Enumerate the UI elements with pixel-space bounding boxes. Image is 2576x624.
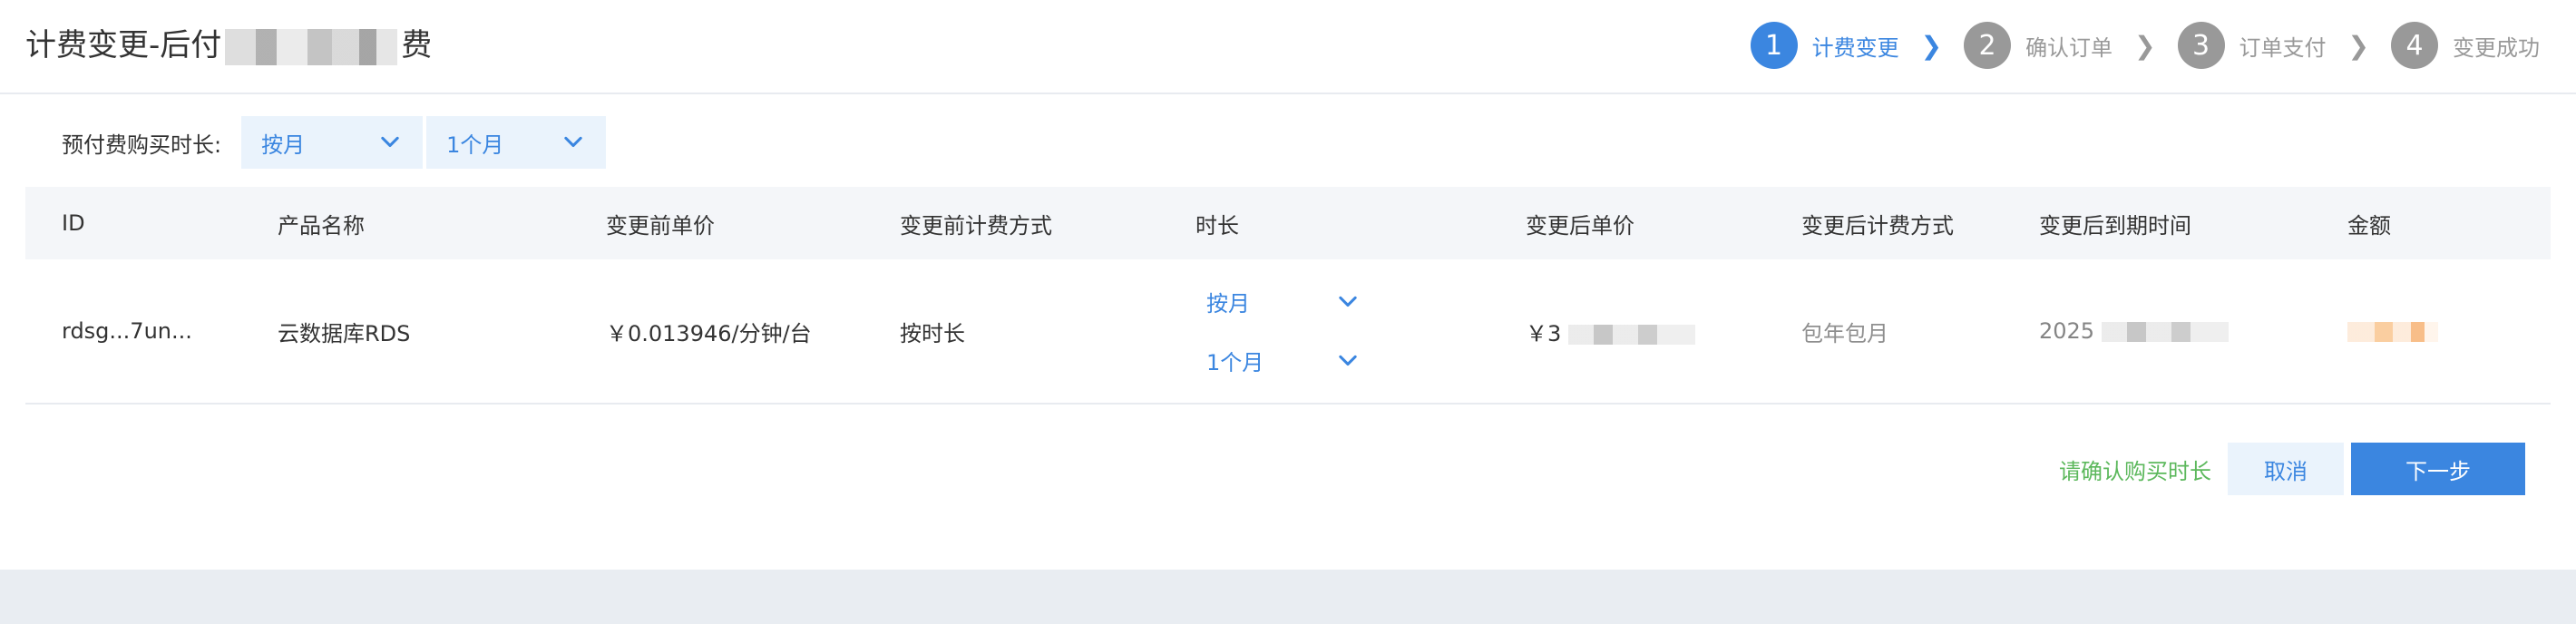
prepay-duration-row: 预付费购买时长: 按月 1个月 xyxy=(62,116,607,169)
column-header-expire-after: 变更后到期时间 xyxy=(2039,212,2191,239)
cell-price-before: ￥0.013946/分钟/台 xyxy=(606,320,812,346)
billing-unit-select[interactable]: 按月 xyxy=(241,116,424,169)
page-title-prefix: 计费变更-后付 xyxy=(25,27,222,63)
step-4-label: 变更成功 xyxy=(2453,34,2540,61)
next-step-button[interactable]: 下一步 xyxy=(2351,443,2525,495)
column-header-billing-after: 变更后计费方式 xyxy=(1801,212,1954,239)
step-1-number: 1 xyxy=(1750,22,1798,69)
chevron-right-icon: ❯ xyxy=(2347,30,2369,61)
step-2-label: 确认订单 xyxy=(2025,34,2113,61)
billing-unit-value: 按月 xyxy=(261,132,306,158)
page-bottom-band xyxy=(0,570,2576,624)
billing-change-table: ID 产品名称 变更前单价 变更前计费方式 时长 变更后单价 变更后计费方式 变… xyxy=(25,187,2551,405)
cell-billing-before: 按时长 xyxy=(900,320,965,346)
step-1: 1 计费变更 xyxy=(1750,22,1899,69)
cell-amount xyxy=(2311,318,2551,344)
page-header: 计费变更-后付 费 1 计费变更 ❯ 2 确认订单 ❯ 3 订单支付 ❯ 4 变更… xyxy=(0,0,2576,94)
column-header-duration: 时长 xyxy=(1195,212,1239,239)
footer-actions: 请确认购买时长 取消 下一步 xyxy=(2059,443,2525,495)
step-4-number: 4 xyxy=(2391,22,2438,69)
expire-after-value: 2025 xyxy=(2039,318,2095,344)
redacted-mosaic xyxy=(1567,324,1695,345)
chevron-down-icon xyxy=(381,136,399,148)
column-header-product: 产品名称 xyxy=(278,212,365,239)
step-3-number: 3 xyxy=(2177,22,2225,69)
step-3-label: 订单支付 xyxy=(2239,34,2327,61)
step-progress: 1 计费变更 ❯ 2 确认订单 ❯ 3 订单支付 ❯ 4 变更成功 xyxy=(1750,20,2540,71)
redacted-mosaic xyxy=(225,28,398,65)
step-3: 3 订单支付 xyxy=(2177,22,2327,69)
step-1-label: 计费变更 xyxy=(1811,34,1899,61)
table-row: rdsg...7un... 云数据库RDS ￥0.013946/分钟/台 按时长… xyxy=(25,259,2551,405)
step-2-number: 2 xyxy=(1964,22,2012,69)
row-duration-select[interactable]: 1个月 xyxy=(1206,345,1361,376)
chevron-right-icon: ❯ xyxy=(2134,30,2156,61)
cell-expire-after: 2025 xyxy=(2003,318,2311,344)
step-2: 2 确认订单 xyxy=(1964,22,2113,69)
row-billing-unit-select[interactable]: 按月 xyxy=(1206,286,1361,317)
page-title-suffix: 费 xyxy=(401,27,433,63)
redacted-amount-mosaic xyxy=(2347,322,2438,342)
cell-duration: 按月 1个月 xyxy=(1159,286,1489,376)
cell-price-after: ￥3 xyxy=(1489,316,1765,347)
cancel-button[interactable]: 取消 xyxy=(2228,443,2344,495)
billing-after-value: 包年包月 xyxy=(1801,320,1888,346)
redacted-mosaic xyxy=(2101,322,2229,342)
column-header-price-before: 变更前单价 xyxy=(606,212,715,239)
duration-select[interactable]: 1个月 xyxy=(426,116,607,169)
chevron-down-icon xyxy=(564,136,582,148)
cell-billing-after: 包年包月 xyxy=(1765,316,2003,347)
prepay-duration-label: 预付费购买时长: xyxy=(62,132,222,158)
row-duration-value: 1个月 xyxy=(1206,350,1264,375)
table-header: ID 产品名称 变更前单价 变更前计费方式 时长 变更后单价 变更后计费方式 变… xyxy=(25,187,2551,259)
column-header-amount: 金额 xyxy=(2347,212,2391,239)
cell-id: rdsg...7un... xyxy=(62,318,192,344)
chevron-down-icon xyxy=(1339,296,1357,307)
chevron-down-icon xyxy=(1339,355,1357,366)
step-4: 4 变更成功 xyxy=(2391,22,2540,69)
column-header-price-after: 变更后单价 xyxy=(1526,212,1634,239)
cell-product: 云数据库RDS xyxy=(278,320,411,346)
column-header-id: ID xyxy=(62,210,85,236)
confirm-duration-hint: 请确认购买时长 xyxy=(2059,458,2211,484)
duration-value: 1个月 xyxy=(446,132,504,158)
column-header-billing-before: 变更前计费方式 xyxy=(900,212,1052,239)
page-title: 计费变更-后付 费 xyxy=(25,25,432,65)
row-billing-unit-value: 按月 xyxy=(1206,291,1250,317)
chevron-right-icon: ❯ xyxy=(1920,30,1943,61)
price-after-value: ￥3 xyxy=(1526,320,1562,346)
